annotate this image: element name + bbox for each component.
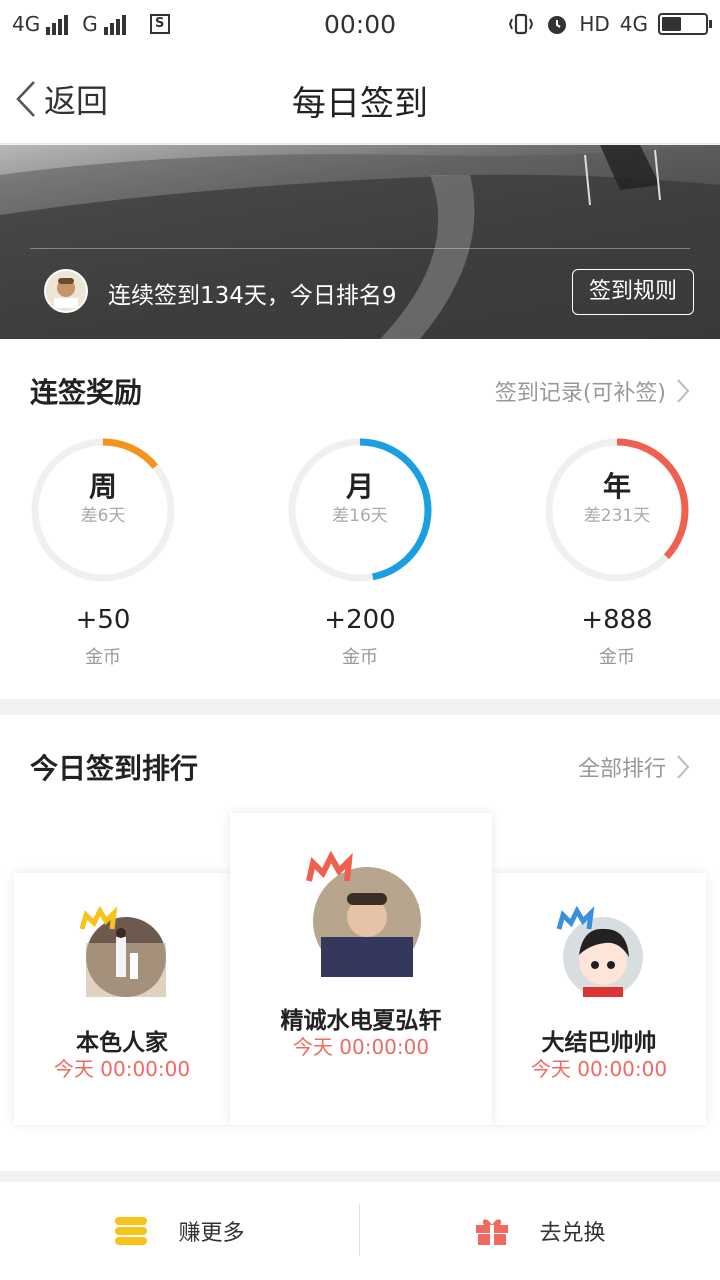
checkin-record-link[interactable]: 签到记录(可补签)	[495, 375, 690, 407]
checkin-record-label: 签到记录(可补签)	[494, 381, 666, 406]
reward-remaining: 差6天	[80, 506, 126, 526]
reward-amount: +200	[324, 605, 396, 635]
reward-remaining: 差16天	[332, 506, 388, 526]
hd-label: HD	[579, 12, 610, 36]
ranking-title: 今日签到排行	[30, 752, 199, 785]
rank-time: 今天 00:00:00	[53, 1057, 191, 1081]
rank-avatar	[301, 847, 421, 977]
chevron-right-icon	[677, 379, 690, 403]
reward-period-label: 月	[345, 470, 374, 503]
rank-time: 今天 00:00:00	[530, 1057, 668, 1081]
alarm-icon	[548, 16, 567, 34]
banner-divider	[30, 248, 690, 249]
reward-amount: +888	[581, 605, 653, 635]
redeem-button[interactable]: 去兑换	[361, 1182, 720, 1280]
crown-avatar-image	[556, 905, 643, 997]
all-ranking-link[interactable]: 全部排行	[578, 751, 690, 783]
status-right: HD 4G	[507, 12, 712, 36]
rank-card-1[interactable]: 精诚水电夏弘轩 今天 00:00:00	[230, 813, 492, 1125]
redeem-label: 去兑换	[539, 1221, 606, 1246]
reward-amount: +50	[75, 605, 131, 635]
crown-avatar-image	[306, 850, 421, 977]
daily-ranking-section: 今日签到排行 全部排行 本色人家 今天 00:00:00 精诚水电夏弘轩 今天 …	[0, 715, 720, 1171]
rank-card-3[interactable]: 大结巴帅帅 今天 00:00:00	[492, 873, 706, 1125]
reward-month[interactable]: 月 差16天 +200 金币	[285, 435, 435, 668]
bottom-action-bar: 赚更多 去兑换	[0, 1182, 720, 1280]
vibrate-icon	[509, 13, 534, 35]
rank-avatar	[549, 903, 649, 1003]
user-avatar-image	[46, 271, 86, 311]
rank-name: 精诚水电夏弘轩	[280, 1008, 442, 1034]
rank-name: 大结巴帅帅	[541, 1030, 657, 1056]
reward-period-label: 年	[602, 470, 631, 503]
rank-avatar	[72, 903, 172, 1003]
reward-unit: 金币	[599, 647, 635, 668]
battery-icon	[658, 13, 712, 35]
reward-unit: 金币	[85, 647, 121, 668]
rewards-title: 连签奖励	[30, 376, 143, 409]
reward-unit: 金币	[342, 647, 378, 668]
reward-week[interactable]: 周 差6天 +50 金币	[28, 435, 178, 668]
earn-more-label: 赚更多	[178, 1221, 245, 1246]
status-bar: 4G G S 00:00 HD 4G	[0, 0, 720, 52]
earn-more-button[interactable]: 赚更多	[0, 1182, 359, 1280]
coins-icon	[115, 1217, 148, 1245]
chevron-right-icon	[677, 755, 690, 779]
rank-card-2[interactable]: 本色人家 今天 00:00:00	[14, 873, 230, 1125]
gift-icon	[476, 1219, 509, 1245]
rules-button[interactable]: 签到规则	[572, 269, 694, 315]
crown-avatar-image	[79, 905, 166, 997]
reward-year[interactable]: 年 差231天 +888 金币	[542, 435, 692, 668]
streak-text: 连续签到134天，今日排名9	[108, 283, 397, 309]
reward-period-label: 周	[88, 470, 117, 503]
page-title: 每日签到	[292, 84, 428, 124]
nav-bar: 返回 每日签到	[0, 52, 720, 144]
user-avatar[interactable]	[44, 269, 88, 313]
network-label-right: 4G	[619, 12, 648, 36]
rank-name: 本色人家	[76, 1030, 168, 1056]
streak-rewards-section: 连签奖励 签到记录(可补签) 周 差6天 +50 金币 月 差16天 +200 …	[0, 339, 720, 699]
rank-time: 今天 00:00:00	[292, 1035, 430, 1059]
bottom-divider	[359, 1204, 360, 1256]
all-ranking-label: 全部排行	[577, 757, 666, 782]
reward-remaining: 差231天	[583, 506, 651, 526]
checkin-banner: 连续签到134天，今日排名9 签到规则	[0, 145, 720, 339]
